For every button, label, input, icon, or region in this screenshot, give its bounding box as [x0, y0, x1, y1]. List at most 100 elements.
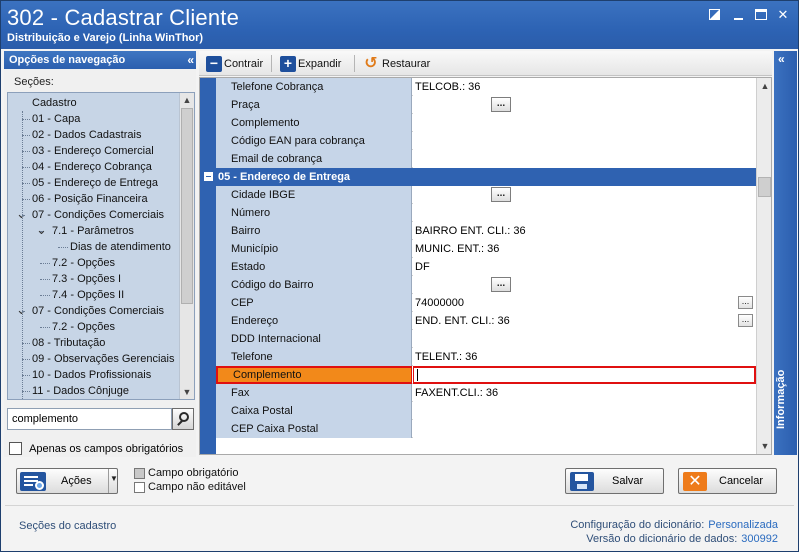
section-search-input[interactable] — [7, 408, 172, 430]
tree-item[interactable]: 11 - Dados Cônjuge — [32, 383, 129, 399]
grid-scroll-thumb[interactable] — [758, 177, 771, 197]
field-value[interactable]: DF — [413, 258, 756, 276]
expand-button[interactable]: + Expandir — [277, 54, 341, 74]
field-value-text: END. ENT. CLI.: 36 — [415, 315, 510, 327]
lookup-button[interactable]: ... — [491, 187, 511, 202]
field-value[interactable] — [413, 186, 756, 204]
tree-item[interactable]: 01 - Capa — [32, 111, 80, 127]
actions-split-divider — [108, 469, 109, 493]
tree-item-label: Dias de atendimento — [70, 241, 171, 253]
tree-item[interactable]: 03 - Endereço Comercial — [32, 143, 154, 159]
scroll-up-icon[interactable]: ▲ — [180, 93, 194, 107]
tree-item[interactable]: 7.2 - Opções — [52, 255, 115, 271]
tree-item[interactable]: 7.3 - Opções I — [52, 271, 121, 287]
field-value[interactable] — [413, 420, 756, 438]
grid-row: Fax FAXENT.CLI.: 36 — [216, 384, 756, 402]
scroll-down-icon[interactable]: ▼ — [180, 385, 194, 399]
scroll-up-icon[interactable]: ▲ — [757, 78, 771, 94]
tree-item[interactable]: ⌄ 07 - Condições Comerciais — [16, 207, 164, 223]
field-value[interactable]: TELCOB.: 36 — [413, 78, 756, 96]
sections-tree-list: Cadastro 01 - Capa 02 - Dados Cadastrais 03… — [8, 93, 180, 399]
chevron-down-icon[interactable]: ⌄ — [36, 223, 48, 236]
tree-item[interactable]: 09 - Observações Gerenciais — [32, 351, 174, 367]
tree-item[interactable]: Cadastro — [32, 95, 77, 111]
grid-scrollbar[interactable]: ▲ ▼ — [756, 78, 771, 454]
grid-rows: Telefone Cobrança TELCOB.: 36 Praça... Comp… — [200, 78, 756, 454]
grid-row: CEP 74000000... — [216, 294, 756, 312]
tree-item[interactable]: 02 - Dados Cadastrais — [32, 127, 141, 143]
window-title: 302 - Cadastrar Cliente — [7, 5, 240, 30]
tree-item[interactable]: 7.4 - Opções II — [52, 287, 124, 303]
field-value[interactable]: 74000000 — [413, 294, 756, 312]
chevron-down-icon[interactable]: ▼ — [110, 474, 118, 483]
minus-square-icon[interactable] — [204, 172, 213, 181]
field-value[interactable] — [413, 96, 756, 114]
tree-item[interactable]: 10 - Dados Profissionais — [32, 367, 151, 383]
save-button[interactable]: Salvar — [565, 468, 664, 494]
tree-connector — [22, 135, 30, 136]
lookup-button[interactable]: ... — [738, 314, 753, 327]
grid-row: DDD Internacional — [216, 330, 756, 348]
tree-connector — [40, 279, 50, 280]
tree-item[interactable]: 05 - Endereço de Entrega — [32, 175, 158, 191]
expand-info-panel-icon[interactable]: « — [778, 52, 785, 66]
field-value[interactable] — [413, 402, 756, 420]
tree-item[interactable]: ⌄ 7.1 - Parâmetros — [36, 223, 134, 239]
tree-scroll-thumb[interactable] — [181, 108, 193, 304]
tree-item[interactable]: 7.2 - Opções — [52, 319, 115, 335]
field-value[interactable]: TELENT.: 36 — [413, 348, 756, 366]
cancel-button[interactable]: ✕ Cancelar — [678, 468, 777, 494]
field-name: Número — [216, 204, 412, 222]
field-value[interactable] — [413, 132, 756, 150]
lookup-button[interactable]: ... — [491, 97, 511, 112]
tree-item[interactable]: Dias de atendimento — [70, 239, 171, 255]
cancel-label: Cancelar — [719, 475, 764, 487]
grid-row: Complemento — [216, 114, 756, 132]
only-required-checkbox[interactable]: Apenas os campos obrigatórios — [9, 442, 183, 455]
field-value[interactable] — [413, 204, 756, 222]
tree-item[interactable]: 06 - Posição Financeira — [32, 191, 148, 207]
tree-item-label: 05 - Endereço de Entrega — [32, 177, 158, 189]
close-button[interactable]: ✕ — [775, 7, 791, 23]
only-required-checkbox-box[interactable] — [9, 442, 22, 455]
field-value[interactable] — [413, 150, 756, 168]
lookup-button[interactable]: ... — [738, 296, 753, 309]
toolbar-divider — [271, 55, 272, 72]
grid-toolbar: − Contrair + Expandir ↺ Restaurar — [199, 51, 772, 76]
field-value[interactable]: BAIRRO ENT. CLI.: 36 — [413, 222, 756, 240]
minimize-icon — [734, 18, 743, 20]
collapse-panel-icon[interactable]: « — [187, 51, 194, 69]
tree-scrollbar[interactable]: ▲ ▼ — [179, 93, 194, 399]
actions-button[interactable]: Ações ▼ — [16, 468, 118, 494]
grid-section-header[interactable]: 05 - Endereço de Entrega — [200, 168, 756, 186]
layout-toggle-button[interactable] — [707, 7, 723, 23]
collapse-button[interactable]: − Contrair — [203, 54, 263, 74]
field-value[interactable] — [413, 366, 756, 384]
tree-item[interactable]: ⌄ 07 - Condições Comerciais — [16, 303, 164, 319]
grid-row: Endereço END. ENT. CLI.: 36... — [216, 312, 756, 330]
field-value[interactable] — [413, 330, 756, 348]
restore-button[interactable]: ↺ Restaurar — [361, 54, 430, 74]
field-value[interactable]: END. ENT. CLI.: 36 — [413, 312, 756, 330]
navigation-header-title: Opções de navegação — [9, 54, 126, 66]
lookup-button[interactable]: ... — [491, 277, 511, 292]
field-value[interactable]: FAXENT.CLI.: 36 — [413, 384, 756, 402]
tree-item[interactable]: 04 - Endereço Cobrança — [32, 159, 152, 175]
minus-square-icon: − — [206, 56, 222, 72]
dictionary-version-label: Versão do dicionário de dados: — [586, 533, 738, 545]
scroll-down-icon[interactable]: ▼ — [757, 438, 771, 454]
search-button[interactable] — [172, 408, 194, 430]
minimize-button[interactable] — [731, 7, 747, 23]
field-name: Estado — [216, 258, 412, 276]
list-line — [24, 476, 38, 478]
tree-item[interactable]: 08 - Tributação — [32, 335, 105, 351]
field-value[interactable] — [413, 114, 756, 132]
maximize-button[interactable] — [753, 7, 769, 23]
layout-toggle-icon-fill — [710, 10, 719, 19]
info-panel[interactable]: « Informação — [774, 51, 797, 455]
tree-connector — [22, 375, 30, 376]
field-value[interactable] — [413, 276, 756, 294]
info-panel-label: Informação — [775, 369, 787, 429]
grid-row: Bairro BAIRRO ENT. CLI.: 36 — [216, 222, 756, 240]
field-value[interactable]: MUNIC. ENT.: 36 — [413, 240, 756, 258]
